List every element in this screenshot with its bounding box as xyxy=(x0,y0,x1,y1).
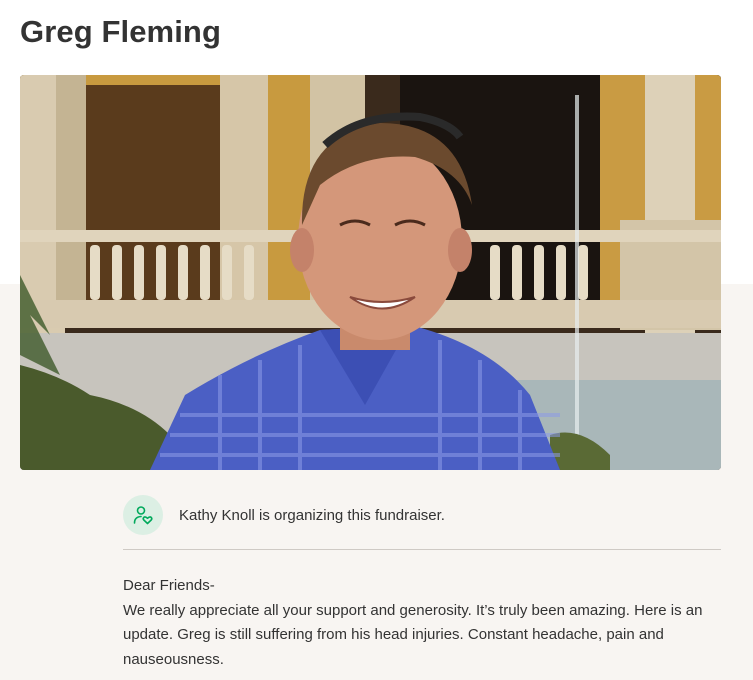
campaign-hero-image xyxy=(20,75,721,470)
story-greeting: Dear Friends- xyxy=(123,577,215,594)
heart-person-icon xyxy=(123,495,163,535)
story-body: We really appreciate all your support an… xyxy=(123,601,703,668)
divider xyxy=(123,549,721,550)
organizer-row: Kathy Knoll is organizing this fundraise… xyxy=(123,494,721,536)
campaign-story: Dear Friends- We really appreciate all y… xyxy=(123,574,723,672)
organizer-text: Kathy Knoll is organizing this fundraise… xyxy=(179,506,445,524)
campaign-title: Greg Fleming xyxy=(20,14,222,49)
